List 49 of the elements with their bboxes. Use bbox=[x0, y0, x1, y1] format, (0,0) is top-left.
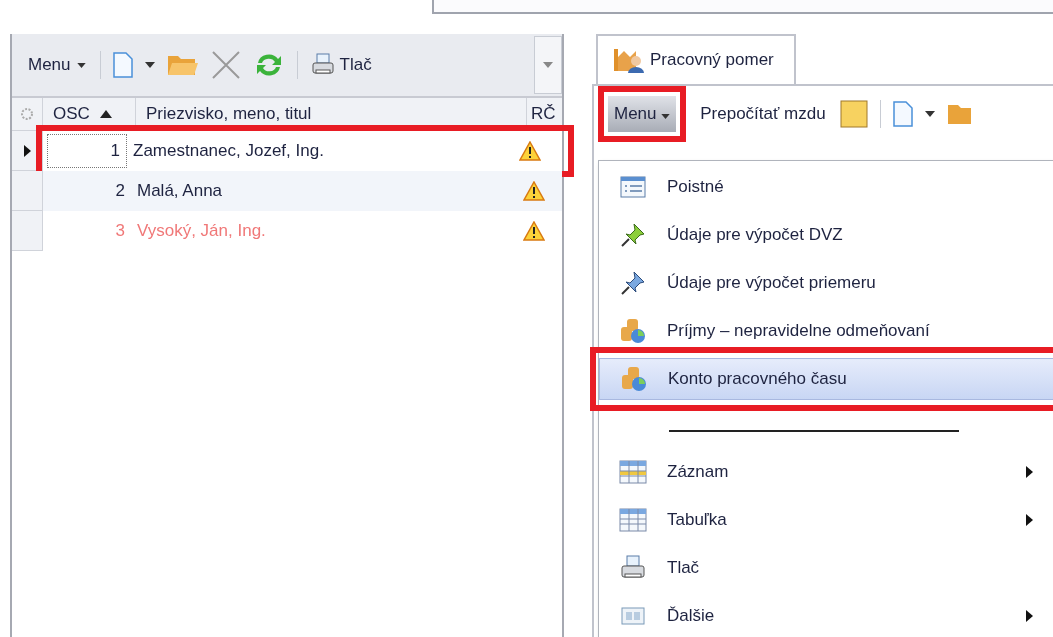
folder-icon[interactable] bbox=[946, 102, 971, 126]
menu-item[interactable]: Tlač bbox=[599, 544, 1053, 592]
table-row-icon bbox=[619, 460, 647, 484]
pushpin-icon bbox=[620, 222, 646, 248]
menu-item[interactable]: Ďalšie bbox=[599, 592, 1053, 637]
panel-icon bbox=[621, 607, 645, 625]
row-pointer-icon bbox=[23, 144, 31, 157]
print-button[interactable]: Tlač bbox=[309, 49, 374, 81]
new-document-icon[interactable] bbox=[892, 101, 913, 127]
menu-item[interactable]: Tabuľka bbox=[599, 496, 1053, 544]
caret-icon[interactable] bbox=[924, 111, 935, 117]
table-icon bbox=[619, 508, 647, 532]
column-header[interactable]: Priezvisko, meno, titul bbox=[136, 98, 527, 130]
table-cell: 1 bbox=[47, 134, 127, 168]
caret-icon bbox=[76, 62, 86, 68]
coins-clock-icon bbox=[620, 365, 648, 393]
overflow-button[interactable] bbox=[534, 36, 562, 94]
caret-icon[interactable] bbox=[144, 62, 155, 68]
column-header[interactable]: RČ bbox=[527, 98, 562, 130]
column-header[interactable]: OSC bbox=[43, 98, 136, 130]
caret-icon bbox=[661, 114, 671, 119]
menu-item[interactable]: Príjmy – nepravidelne odmeňovaní bbox=[599, 307, 1053, 355]
table-cell-text: 3 bbox=[114, 220, 126, 242]
sort-ascending-icon bbox=[99, 110, 112, 118]
folder-icon[interactable] bbox=[166, 53, 199, 77]
new-document-icon[interactable] bbox=[112, 52, 133, 78]
menu-item[interactable]: Údaje pre výpočet DVZ bbox=[599, 211, 1053, 259]
table-cell-text: Zamestnanec, Jozef, Ing. bbox=[132, 140, 325, 162]
list-icon bbox=[620, 176, 646, 198]
menu-button[interactable]: Menu bbox=[26, 51, 88, 79]
note-icon[interactable] bbox=[839, 100, 868, 128]
table-cell-text: Malá, Anna bbox=[136, 180, 224, 202]
pushpin-icon bbox=[620, 270, 646, 296]
caret-icon bbox=[543, 62, 553, 68]
recalculate-button[interactable]: Prepočítať mzdu bbox=[698, 100, 828, 128]
menu-item[interactable]: Poistné bbox=[599, 163, 1053, 211]
menu-item[interactable]: Údaje pre výpočet priemeru bbox=[599, 259, 1053, 307]
printer-icon bbox=[311, 53, 334, 77]
settings-icon[interactable] bbox=[20, 107, 34, 121]
table-cell-text: Vysoký, Ján, Ing. bbox=[136, 220, 267, 242]
close-icon[interactable] bbox=[210, 50, 241, 80]
menu-item[interactable]: Záznam bbox=[599, 448, 1053, 496]
menu-button[interactable]: Menu bbox=[608, 96, 677, 132]
tab[interactable]: Pracovný pomer bbox=[596, 34, 796, 84]
table-cell-text: 2 bbox=[114, 180, 126, 202]
printer-icon bbox=[621, 555, 645, 581]
row-header[interactable] bbox=[12, 131, 43, 171]
coins-clock-icon bbox=[619, 317, 647, 345]
workers-icon bbox=[612, 47, 646, 73]
